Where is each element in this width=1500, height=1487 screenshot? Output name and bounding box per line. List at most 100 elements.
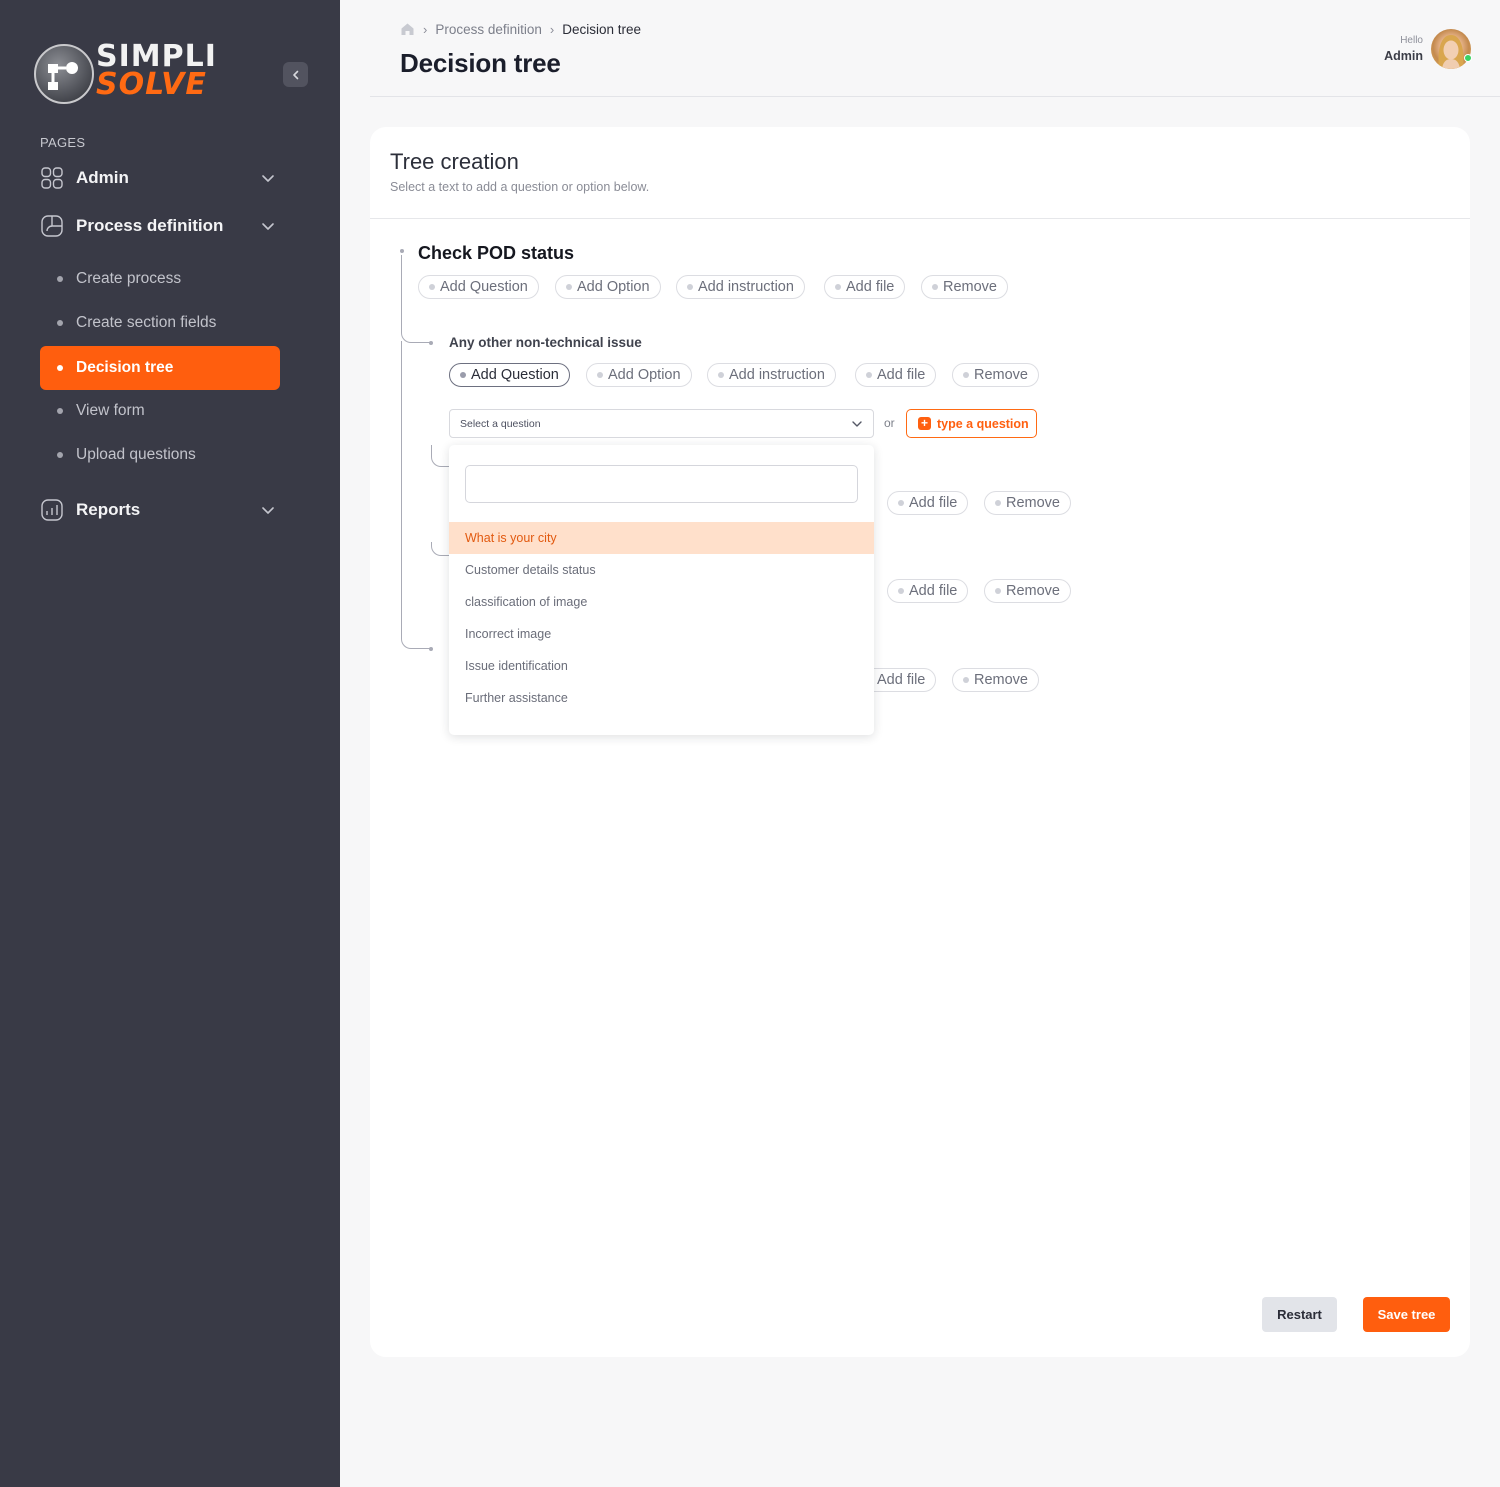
root-add-question-button[interactable]: Add Question xyxy=(418,275,539,299)
breadcrumb-separator-icon: › xyxy=(549,21,555,37)
plus-icon xyxy=(429,284,435,290)
or-text: or xyxy=(884,416,895,430)
row4-remove-button[interactable]: Remove xyxy=(952,668,1039,692)
tree-connector-curve xyxy=(401,627,431,649)
remove-icon xyxy=(963,372,969,378)
tree-child-title[interactable]: Any other non-technical issue xyxy=(449,335,642,350)
child-add-option-button[interactable]: Add Option xyxy=(586,363,692,387)
root-add-file-button[interactable]: Add file xyxy=(824,275,906,299)
chevron-down-icon xyxy=(262,507,274,514)
chevron-down-icon xyxy=(262,223,274,230)
card-title: Tree creation xyxy=(390,149,519,174)
tree-connector-line xyxy=(401,341,402,635)
save-tree-button[interactable]: Save tree xyxy=(1363,1297,1450,1332)
tree-connector-curve xyxy=(431,453,449,467)
nav-admin[interactable]: Admin xyxy=(40,163,280,193)
bullet-icon xyxy=(57,452,63,458)
user-name: Admin xyxy=(1384,49,1423,63)
bullet-icon xyxy=(57,365,63,371)
chevron-down-icon xyxy=(852,421,862,427)
nav-process-definition[interactable]: Process definition xyxy=(40,211,280,241)
sidebar-item-view-form[interactable]: View form xyxy=(40,389,280,433)
sidebar-item-label: View form xyxy=(76,402,145,419)
remove-icon xyxy=(963,677,969,683)
restart-button[interactable]: Restart xyxy=(1262,1297,1337,1332)
sidebar-item-label: Create section fields xyxy=(76,314,217,331)
breadcrumb: › Process definition › Decision tree xyxy=(400,20,641,38)
root-add-option-button[interactable]: Add Option xyxy=(555,275,661,299)
nav-process-definition-label: Process definition xyxy=(76,216,224,235)
breadcrumb-process-definition[interactable]: Process definition xyxy=(435,22,542,37)
question-dropdown-menu: What is your city Customer details statu… xyxy=(449,445,874,735)
plus-icon: + xyxy=(918,417,931,430)
collapse-sidebar-button[interactable] xyxy=(283,62,308,87)
dropdown-option[interactable]: Incorrect image xyxy=(449,618,874,650)
logo-mark-icon xyxy=(34,44,94,104)
bullet-icon xyxy=(57,320,63,326)
remove-icon xyxy=(995,500,1001,506)
logo-text-solve: SOLVE xyxy=(96,67,207,102)
root-add-instruction-button[interactable]: Add instruction xyxy=(676,275,805,299)
online-status-badge xyxy=(1464,54,1472,62)
dropdown-search-input[interactable] xyxy=(465,465,858,503)
tree-node-dot xyxy=(429,341,433,345)
type-a-question-label: type a question xyxy=(937,416,1029,431)
bullet-icon xyxy=(57,408,63,414)
type-a-question-button[interactable]: + type a question xyxy=(906,409,1037,438)
greeting-text: Hello xyxy=(1400,35,1423,46)
header-divider xyxy=(370,96,1500,97)
logo[interactable]: SIMPLI SOLVE xyxy=(34,42,234,104)
nav-reports[interactable]: Reports xyxy=(40,495,280,525)
grid-icon xyxy=(40,166,64,190)
breadcrumb-separator-icon: › xyxy=(423,21,428,37)
bullet-icon xyxy=(57,276,63,282)
dropdown-option[interactable]: Issue identification xyxy=(449,650,874,682)
row2-add-file-button[interactable]: Add file xyxy=(887,491,969,515)
breadcrumb-decision-tree: Decision tree xyxy=(562,21,642,37)
plus-icon xyxy=(597,372,603,378)
remove-icon xyxy=(995,588,1001,594)
dropdown-option[interactable]: Further assistance xyxy=(449,682,874,714)
dropdown-option[interactable]: classification of image xyxy=(449,586,874,618)
sidebar-item-decision-tree[interactable]: Decision tree xyxy=(40,346,280,390)
child-remove-button[interactable]: Remove xyxy=(952,363,1039,387)
plus-icon xyxy=(866,372,872,378)
card-subtitle: Select a text to add a question or optio… xyxy=(390,180,650,194)
nav-reports-label: Reports xyxy=(76,500,141,519)
tree-node-dot xyxy=(400,249,404,253)
tree-root-title[interactable]: Check POD status xyxy=(418,243,574,264)
row3-add-file-button[interactable]: Add file xyxy=(887,579,969,603)
select-question-dropdown[interactable]: Select a question xyxy=(449,409,874,438)
sidebar-item-create-process[interactable]: Create process xyxy=(40,257,280,301)
tree-creation-card: Tree creation Select a text to add a que… xyxy=(370,127,1470,1357)
sidebar-item-label: Decision tree xyxy=(76,359,174,376)
plus-icon xyxy=(687,284,693,290)
home-icon[interactable] xyxy=(400,22,415,36)
plus-icon xyxy=(460,372,466,378)
sidebar-item-label: Create process xyxy=(76,270,182,287)
pages-section-label: PAGES xyxy=(40,135,86,150)
plus-icon xyxy=(566,284,572,290)
plus-icon xyxy=(898,588,904,594)
dropdown-option[interactable]: Customer details status xyxy=(449,554,874,586)
row2-remove-button[interactable]: Remove xyxy=(984,491,1071,515)
sidebar-item-create-section-fields[interactable]: Create section fields xyxy=(40,301,280,345)
child-add-instruction-button[interactable]: Add instruction xyxy=(707,363,836,387)
card-divider xyxy=(370,218,1470,219)
tree-node-dot xyxy=(429,647,433,651)
child-add-question-button[interactable]: Add Question xyxy=(449,363,570,387)
child-add-file-button[interactable]: Add file xyxy=(855,363,937,387)
plus-icon xyxy=(835,284,841,290)
process-icon xyxy=(40,214,64,238)
sidebar-item-upload-questions[interactable]: Upload questions xyxy=(40,433,280,477)
nav-admin-label: Admin xyxy=(76,168,129,187)
select-placeholder: Select a question xyxy=(460,417,541,430)
chevron-left-icon xyxy=(292,70,298,79)
root-remove-button[interactable]: Remove xyxy=(921,275,1008,299)
avatar[interactable] xyxy=(1431,29,1471,69)
plus-icon xyxy=(718,372,724,378)
sidebar: SIMPLI SOLVE PAGES Admin Process definit… xyxy=(0,0,340,1487)
dropdown-option[interactable]: What is your city xyxy=(449,522,874,554)
tree-connector-line xyxy=(401,255,402,325)
row3-remove-button[interactable]: Remove xyxy=(984,579,1071,603)
